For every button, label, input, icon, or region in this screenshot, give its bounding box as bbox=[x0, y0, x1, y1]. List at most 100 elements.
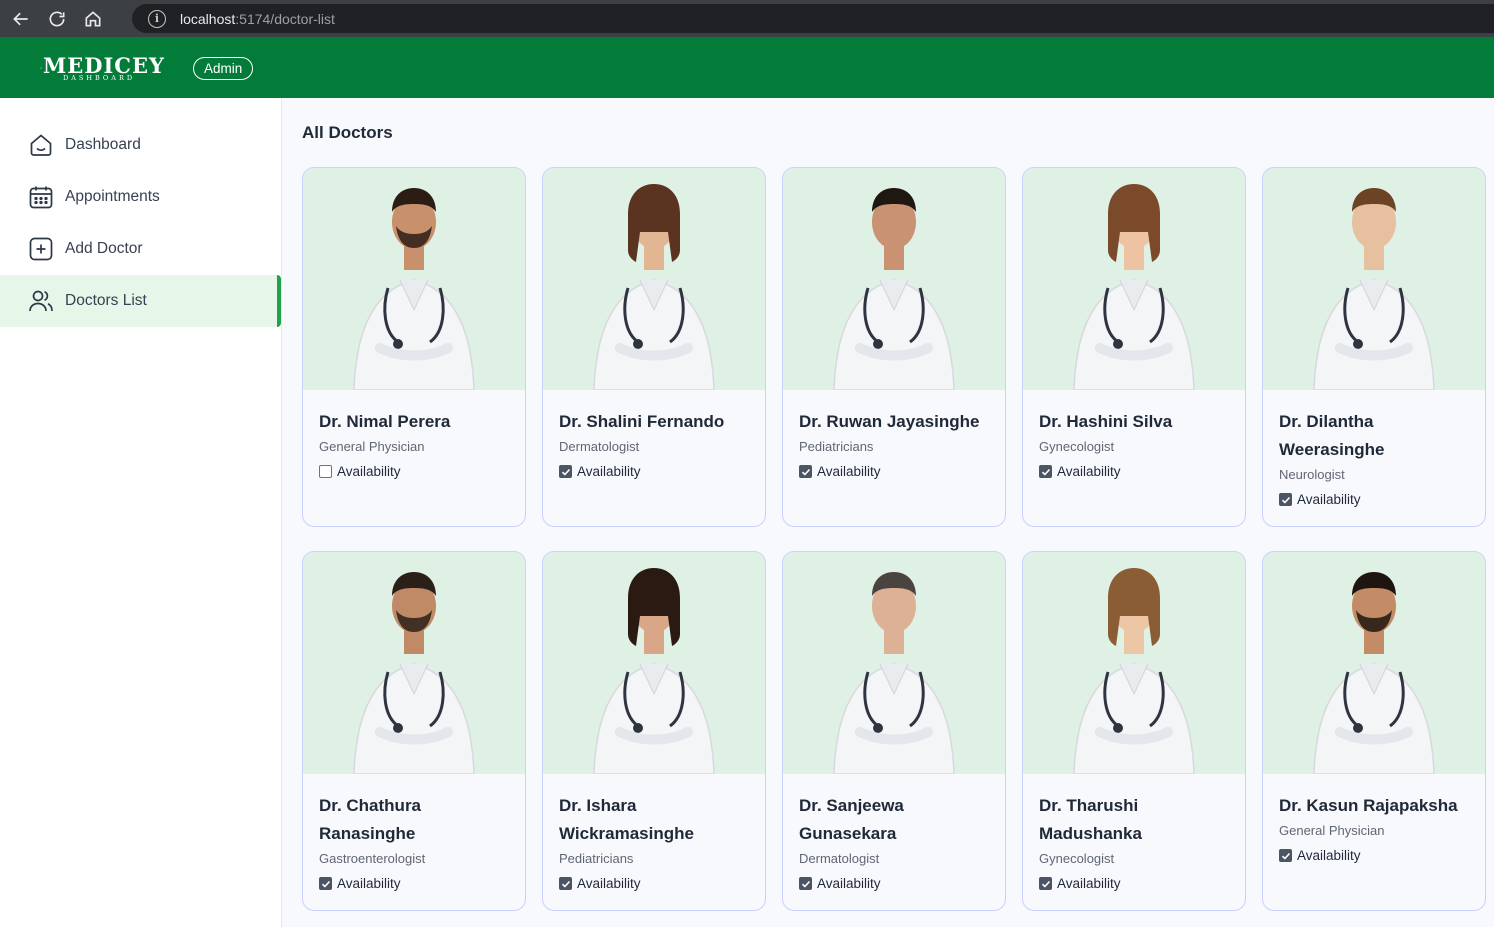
doctor-card-body: Dr. Tharushi Madushanka Gynecologist Ava… bbox=[1023, 774, 1245, 891]
sidebar-item-label: Appointments bbox=[65, 188, 160, 205]
add-square-icon bbox=[29, 237, 53, 261]
availability-toggle[interactable]: Availability bbox=[799, 464, 989, 479]
sidebar-item-label: Add Doctor bbox=[65, 240, 143, 257]
doctor-name: Dr. Nimal Perera bbox=[319, 412, 451, 431]
doctor-card[interactable]: Dr. Hashini Silva Gynecologist Availabil… bbox=[1022, 167, 1246, 527]
availability-toggle[interactable]: Availability bbox=[1279, 848, 1469, 863]
doctor-speciality: General Physician bbox=[319, 439, 425, 454]
home-icon bbox=[85, 10, 101, 26]
page-title: All Doctors bbox=[302, 123, 393, 142]
doctor-card-body: Dr. Dilantha Weerasinghe Neurologist Ava… bbox=[1263, 390, 1485, 507]
doctor-photo bbox=[303, 168, 525, 390]
availability-label: Availability bbox=[817, 876, 881, 891]
availability-checkbox[interactable] bbox=[1279, 849, 1292, 862]
medical-cross-heart-icon bbox=[40, 67, 42, 69]
app-header: MEDICEY DASHBOARD Admin bbox=[0, 37, 1494, 98]
doctor-name: Dr. Sanjeewa Gunasekara bbox=[799, 796, 904, 843]
availability-toggle[interactable]: Availability bbox=[559, 876, 749, 891]
checkmark-icon bbox=[561, 468, 570, 476]
medicey-logo[interactable]: MEDICEY DASHBOARD bbox=[40, 51, 165, 85]
doctor-card[interactable]: Dr. Chathura Ranasinghe Gastroenterologi… bbox=[302, 551, 526, 911]
doctor-name: Dr. Dilantha Weerasinghe bbox=[1279, 412, 1385, 459]
doctor-card-body: Dr. Ishara Wickramasinghe Pediatricians … bbox=[543, 774, 765, 891]
doctor-photo bbox=[1023, 552, 1245, 774]
doctor-speciality: Pediatricians bbox=[799, 439, 874, 454]
checkmark-icon bbox=[561, 880, 570, 888]
doctor-name: Dr. Hashini Silva bbox=[1039, 412, 1173, 431]
availability-checkbox[interactable] bbox=[319, 877, 332, 890]
availability-checkbox[interactable] bbox=[799, 465, 812, 478]
address-bar[interactable]: i localhost:5174/doctor-list bbox=[132, 4, 1494, 33]
availability-label: Availability bbox=[337, 876, 401, 891]
logo-subtitle: DASHBOARD bbox=[63, 73, 136, 82]
availability-label: Availability bbox=[1057, 876, 1121, 891]
url-host: localhost bbox=[180, 10, 236, 27]
checkmark-icon bbox=[1041, 880, 1050, 888]
doctor-name: Dr. Ruwan Jayasinghe bbox=[799, 412, 980, 431]
doctor-card[interactable]: Dr. Ruwan Jayasinghe Pediatricians Avail… bbox=[782, 167, 1006, 527]
availability-checkbox[interactable] bbox=[1039, 877, 1052, 890]
availability-checkbox[interactable] bbox=[559, 877, 572, 890]
doctor-card-body: Dr. Hashini Silva Gynecologist Availabil… bbox=[1023, 390, 1245, 479]
url-text: localhost:5174/doctor-list bbox=[180, 11, 335, 27]
doctor-card[interactable]: Dr. Shalini Fernando Dermatologist Avail… bbox=[542, 167, 766, 527]
doctor-photo bbox=[1023, 168, 1245, 390]
sidebar-item-dashboard[interactable]: Dashboard bbox=[0, 119, 281, 171]
sidebar-item-label: Doctors List bbox=[65, 292, 147, 309]
doctor-card[interactable]: Dr. Kasun Rajapaksha General Physician A… bbox=[1262, 551, 1486, 911]
availability-label: Availability bbox=[577, 876, 641, 891]
availability-label: Availability bbox=[817, 464, 881, 479]
browser-toolbar: i localhost:5174/doctor-list bbox=[0, 0, 1494, 37]
people-icon bbox=[29, 290, 53, 312]
availability-toggle[interactable]: Availability bbox=[319, 876, 509, 891]
doctor-speciality: Dermatologist bbox=[559, 439, 640, 454]
availability-toggle[interactable]: Availability bbox=[559, 464, 749, 479]
doctor-card-body: Dr. Nimal Perera General Physician Avail… bbox=[303, 390, 525, 479]
availability-toggle[interactable]: Availability bbox=[319, 464, 509, 479]
availability-checkbox[interactable] bbox=[1279, 493, 1292, 506]
availability-label: Availability bbox=[1297, 848, 1361, 863]
doctor-speciality: Gastroenterologist bbox=[319, 851, 426, 866]
availability-checkbox[interactable] bbox=[319, 465, 332, 478]
availability-toggle[interactable]: Availability bbox=[1279, 492, 1469, 507]
doctor-card[interactable]: Dr. Nimal Perera General Physician Avail… bbox=[302, 167, 526, 527]
availability-checkbox[interactable] bbox=[799, 877, 812, 890]
availability-label: Availability bbox=[337, 464, 401, 479]
availability-label: Availability bbox=[1057, 464, 1121, 479]
availability-toggle[interactable]: Availability bbox=[799, 876, 989, 891]
availability-checkbox[interactable] bbox=[1039, 465, 1052, 478]
sidebar-item-add-doctor[interactable]: Add Doctor bbox=[0, 223, 281, 275]
doctor-card-body: Dr. Sanjeewa Gunasekara Dermatologist Av… bbox=[783, 774, 1005, 891]
doctor-speciality: Gynecologist bbox=[1039, 851, 1115, 866]
doctor-card[interactable]: Dr. Ishara Wickramasinghe Pediatricians … bbox=[542, 551, 766, 911]
arrow-left-icon bbox=[13, 12, 28, 25]
checkmark-icon bbox=[801, 468, 810, 476]
doctor-name: Dr. Shalini Fernando bbox=[559, 412, 725, 431]
doctor-name: Dr. Ishara Wickramasinghe bbox=[559, 796, 694, 843]
reload-button[interactable] bbox=[42, 4, 72, 34]
home-button[interactable] bbox=[78, 4, 108, 34]
availability-checkbox[interactable] bbox=[559, 465, 572, 478]
doctor-card[interactable]: Dr. Sanjeewa Gunasekara Dermatologist Av… bbox=[782, 551, 1006, 911]
url-path: :5174/doctor-list bbox=[235, 10, 335, 27]
doctor-photo bbox=[1263, 168, 1485, 390]
doctor-speciality: General Physician bbox=[1279, 823, 1385, 838]
reload-icon bbox=[49, 11, 65, 27]
doctor-card-body: Dr. Ruwan Jayasinghe Pediatricians Avail… bbox=[783, 390, 1005, 479]
doctor-name: Dr. Tharushi Madushanka bbox=[1039, 796, 1142, 843]
back-button[interactable] bbox=[6, 4, 36, 34]
site-info-icon[interactable]: i bbox=[148, 9, 166, 28]
availability-toggle[interactable]: Availability bbox=[1039, 876, 1229, 891]
sidebar: Dashboard Appointments Add Doctor Doctor… bbox=[0, 98, 282, 927]
sidebar-item-appointments[interactable]: Appointments bbox=[0, 171, 281, 223]
doctor-card[interactable]: Dr. Dilantha Weerasinghe Neurologist Ava… bbox=[1262, 167, 1486, 527]
doctor-photo bbox=[543, 168, 765, 390]
checkmark-icon bbox=[1281, 852, 1290, 860]
doctor-photo bbox=[303, 552, 525, 774]
doctor-name: Dr. Kasun Rajapaksha bbox=[1279, 796, 1458, 815]
doctor-photo bbox=[783, 552, 1005, 774]
availability-toggle[interactable]: Availability bbox=[1039, 464, 1229, 479]
sidebar-item-doctors-list[interactable]: Doctors List bbox=[0, 275, 281, 327]
doctor-card[interactable]: Dr. Tharushi Madushanka Gynecologist Ava… bbox=[1022, 551, 1246, 911]
checkmark-icon bbox=[1041, 468, 1050, 476]
